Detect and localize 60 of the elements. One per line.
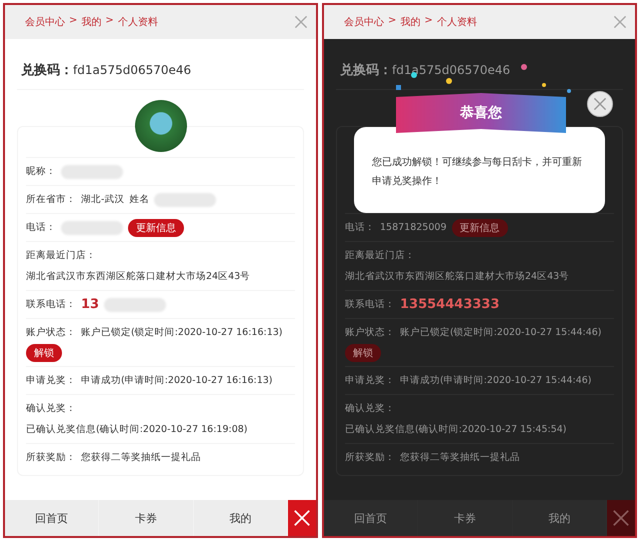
field-value: 申请成功(申请时间:2020-10-27 16:16:13)	[81, 374, 273, 388]
modal-message: 您已成功解锁！可继续参与每日刮卡，并可重新申请兑奖操作！	[354, 127, 605, 213]
field-label: 确认兑奖：	[26, 402, 76, 416]
breadcrumb-link[interactable]: 我的	[400, 15, 420, 29]
field-value: 您获得二等奖抽纸一提礼品	[400, 451, 520, 465]
field-label: 确认兑奖：	[345, 402, 395, 416]
modal-close-button[interactable]	[587, 91, 613, 117]
breadcrumb-link[interactable]: 会员中心	[25, 15, 65, 29]
action-button[interactable]: 更新信息	[128, 218, 184, 236]
breadcrumb-separator: >	[69, 15, 78, 28]
breadcrumb-separator: >	[105, 15, 114, 28]
field-label: 所获奖励：	[26, 451, 76, 465]
field-value: 账户已锁定(锁定时间:2020-10-27 15:44:46)	[400, 326, 602, 340]
field-label: 账户状态：	[345, 326, 395, 340]
close-button[interactable]	[606, 500, 635, 536]
close-icon	[292, 509, 311, 527]
ribbon-title: 恭喜您	[396, 93, 566, 133]
code-value: fd1a575d06570e46	[73, 63, 192, 77]
close-icon	[294, 15, 308, 29]
code-label: 兑换码：	[340, 62, 392, 79]
breadcrumb-link[interactable]: 我的	[81, 15, 102, 29]
field-label: 账户状态：	[26, 326, 76, 340]
field-value: 已确认兑奖信息(确认时间:2020-10-27 16:19:08)	[26, 423, 248, 437]
field-value: 申请成功(申请时间:2020-10-27 15:44:46)	[400, 374, 592, 388]
action-button[interactable]: 解锁	[26, 344, 62, 362]
code-label: 兑换码：	[21, 62, 73, 79]
breadcrumb-link[interactable]: 个人资料	[436, 15, 477, 29]
field-value: 您获得二等奖抽纸一提礼品	[81, 451, 201, 465]
field-label: 联系电话：	[26, 298, 76, 312]
breadcrumb-separator: >	[388, 15, 396, 28]
breadcrumb-link[interactable]: 会员中心	[344, 15, 384, 29]
field-label: 联系电话：	[345, 298, 395, 312]
field-label: 距离最近门店：	[26, 249, 96, 263]
field-label: 所在省市：	[26, 193, 76, 207]
field-value: 账户已锁定(锁定时间:2020-10-27 16:16:13)	[81, 326, 283, 340]
field-value: 湖北省武汉市东西湖区舵落口建材大市场24区43号	[26, 270, 250, 284]
field-label: 所获奖励：	[345, 451, 395, 465]
field-label: 距离最近门店：	[345, 249, 415, 263]
field-label: 电话：	[26, 221, 56, 235]
field-value: 15871825009	[380, 221, 446, 235]
field-value: 湖北-武汉	[81, 193, 124, 207]
code-value: fd1a575d06570e46	[392, 63, 510, 77]
field-label: 申请兑奖：	[26, 374, 76, 388]
phone-number: 13	[81, 296, 100, 314]
field-value: 已确认兑奖信息(确认时间:2020-10-27 15:45:54)	[345, 423, 567, 437]
field-label: 昵称：	[26, 165, 56, 179]
phone-number: 13554443333	[400, 296, 500, 314]
field-label: 电话：	[345, 221, 375, 235]
avatar-circle	[134, 100, 186, 152]
action-button[interactable]: 更新信息	[452, 218, 508, 236]
breadcrumb-link[interactable]: 个人资料	[118, 15, 158, 29]
close-icon	[613, 15, 627, 29]
action-button[interactable]: 解锁	[345, 344, 381, 362]
close-icon	[593, 97, 607, 111]
breadcrumb-separator: >	[424, 15, 433, 28]
close-button[interactable]	[288, 500, 316, 536]
field-value: 姓名	[129, 193, 150, 207]
field-label: 申请兑奖：	[345, 374, 395, 388]
field-value: 湖北省武汉市东西湖区舵落口建材大市场24区43号	[345, 270, 570, 284]
close-icon	[612, 509, 630, 527]
